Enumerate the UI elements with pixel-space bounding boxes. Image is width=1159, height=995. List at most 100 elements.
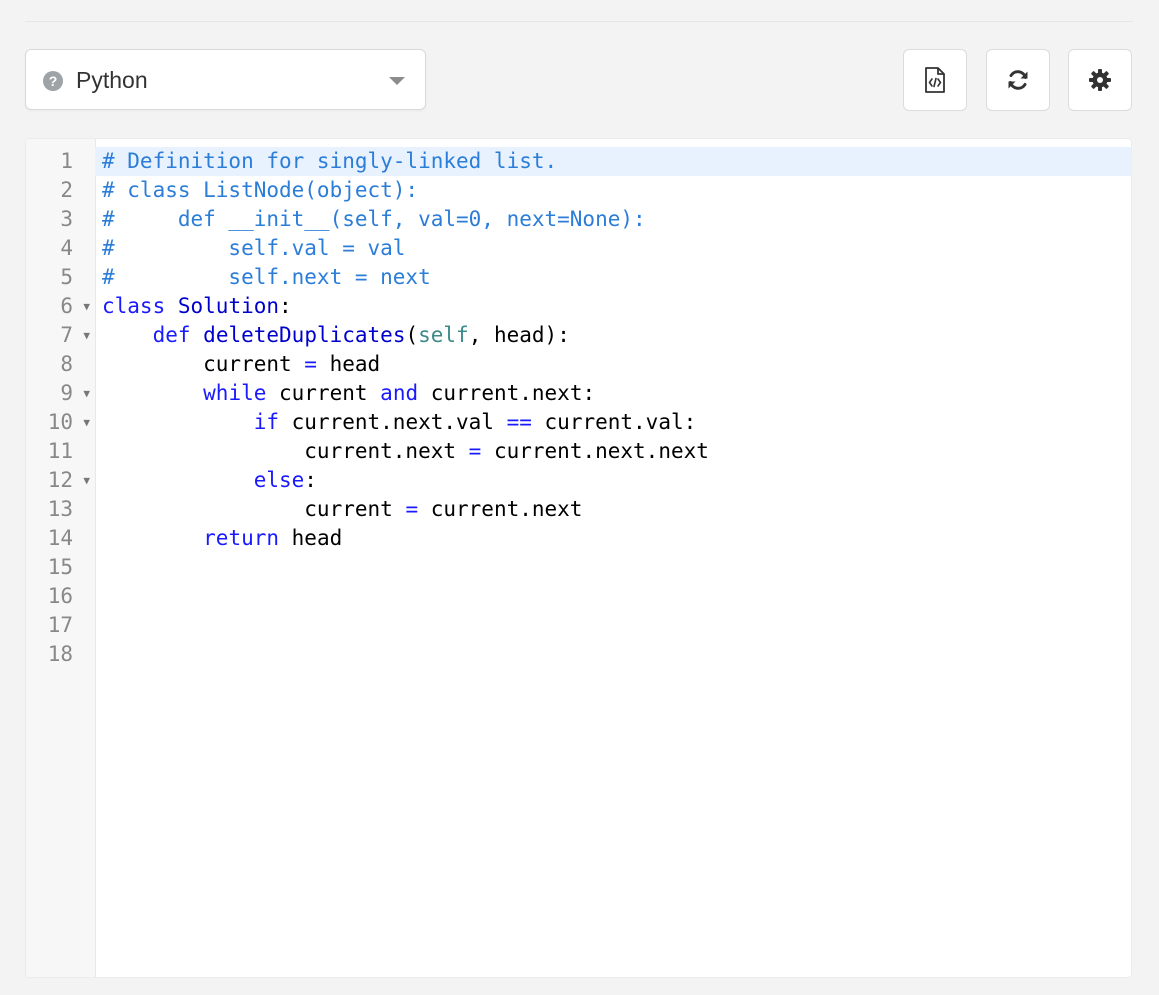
code-token: :: [304, 468, 317, 492]
code-token: =: [468, 439, 482, 463]
code-line[interactable]: # def __init__(self, val=0, next=None):: [95, 205, 1131, 234]
line-number-label: 14: [47, 526, 73, 550]
question-circle-icon[interactable]: ?: [43, 71, 63, 91]
code-token: , head):: [468, 323, 570, 347]
code-token: # class ListNode(object):: [102, 178, 419, 202]
code-line[interactable]: [95, 553, 1131, 582]
line-number-label: 17: [47, 613, 73, 637]
code-line[interactable]: while current and current.next:: [95, 379, 1131, 408]
line-number: 3: [26, 205, 95, 234]
line-number: 17: [26, 611, 95, 640]
line-number-label: 2: [60, 178, 73, 202]
code-token: while: [203, 381, 267, 405]
code-editor[interactable]: 1 2 3 4 5 6 ▼ 7 ▼ 8 9 ▼ 10 ▼ 11 12 ▼ 13 14 15 16 17 18 # Defin…: [25, 138, 1132, 978]
code-line[interactable]: [95, 640, 1131, 669]
line-number: 9 ▼: [26, 379, 95, 408]
code-token: current.next: [102, 439, 469, 463]
code-token: else: [253, 468, 305, 492]
code-token: =: [304, 352, 317, 376]
line-number-label: 9: [60, 381, 73, 405]
code-token: current.next:: [418, 381, 596, 405]
line-number: 15: [26, 553, 95, 582]
code-line[interactable]: # self.next = next: [95, 263, 1131, 292]
code-line[interactable]: class Solution:: [95, 292, 1131, 321]
code-token: if: [253, 410, 280, 434]
code-token: Solution: [177, 294, 280, 318]
code-line[interactable]: [95, 582, 1131, 611]
line-number: 14: [26, 524, 95, 553]
line-number-label: 7: [60, 323, 73, 347]
code-token: # def __init__(self, val=0, next=None):: [102, 207, 646, 231]
fold-toggle-icon[interactable]: ▼: [83, 321, 90, 350]
line-number: 16: [26, 582, 95, 611]
line-number: 12 ▼: [26, 466, 95, 495]
code-line[interactable]: if current.next.val == current.val:: [95, 408, 1131, 437]
code-line[interactable]: def deleteDuplicates(self, head):: [95, 321, 1131, 350]
reset-button[interactable]: [986, 49, 1050, 111]
fold-toggle-icon[interactable]: ▼: [83, 379, 90, 408]
line-number-label: 13: [47, 497, 73, 521]
code-token: # self.next = next: [102, 265, 431, 289]
fold-toggle-icon[interactable]: ▼: [83, 408, 90, 437]
language-select-value: Python: [76, 67, 148, 93]
language-select[interactable]: ? Python: [25, 49, 426, 110]
code-line[interactable]: current = head: [95, 350, 1131, 379]
code-token: # self.val = val: [102, 236, 406, 260]
code-token: =: [405, 497, 419, 521]
code-token: current: [102, 352, 305, 376]
line-number-label: 12: [47, 468, 73, 492]
code-token: current: [266, 381, 381, 405]
line-number: 13: [26, 495, 95, 524]
line-number: 5: [26, 263, 95, 292]
code-token: self: [418, 323, 469, 347]
line-number-gutter: 1 2 3 4 5 6 ▼ 7 ▼ 8 9 ▼ 10 ▼ 11 12 ▼ 13 14 15 16 17 18: [26, 139, 96, 977]
code-line[interactable]: return head: [95, 524, 1131, 553]
line-number: 4: [26, 234, 95, 263]
code-token: deleteDuplicates: [203, 323, 406, 347]
line-number-label: 15: [47, 555, 73, 579]
code-line[interactable]: # class ListNode(object):: [95, 176, 1131, 205]
fold-toggle-icon[interactable]: ▼: [83, 292, 90, 321]
code-file-icon: [925, 67, 945, 93]
line-number-label: 3: [60, 207, 73, 231]
code-token: def: [152, 323, 191, 347]
code-area[interactable]: # Definition for singly-linked list. # cl…: [95, 139, 1131, 977]
line-number-label: 18: [47, 642, 73, 666]
settings-button[interactable]: [1068, 49, 1132, 111]
code-token: current.next: [418, 497, 583, 521]
line-number: 8: [26, 350, 95, 379]
code-token: head: [279, 526, 343, 550]
line-number-label: 4: [60, 236, 73, 260]
code-token: # Definition for singly-linked list.: [102, 149, 558, 173]
line-number-label: 6: [60, 294, 73, 318]
caret-down-icon: [389, 77, 405, 85]
line-number: 11: [26, 437, 95, 466]
line-number-label: 16: [47, 584, 73, 608]
code-token: current.val:: [531, 410, 697, 434]
fold-toggle-icon[interactable]: ▼: [83, 466, 90, 495]
code-token: current.next.next: [481, 439, 709, 463]
code-line[interactable]: [95, 611, 1131, 640]
code-line[interactable]: current = current.next: [95, 495, 1131, 524]
code-token: current.next.val: [279, 410, 507, 434]
code-line[interactable]: # Definition for singly-linked list.: [95, 147, 1131, 176]
gear-icon: [1089, 69, 1111, 91]
code-token: :: [279, 294, 292, 318]
code-token: current: [102, 497, 406, 521]
top-divider: [25, 21, 1133, 22]
line-number-label: 10: [47, 410, 73, 434]
code-file-button[interactable]: [903, 49, 967, 111]
code-line[interactable]: # self.val = val: [95, 234, 1131, 263]
code-token: head: [316, 352, 381, 376]
code-line[interactable]: else:: [95, 466, 1131, 495]
line-number: 18: [26, 640, 95, 669]
code-token: ==: [506, 410, 532, 434]
line-number: 2: [26, 176, 95, 205]
code-line[interactable]: current.next = current.next.next: [95, 437, 1131, 466]
line-number-label: 1: [60, 149, 73, 173]
